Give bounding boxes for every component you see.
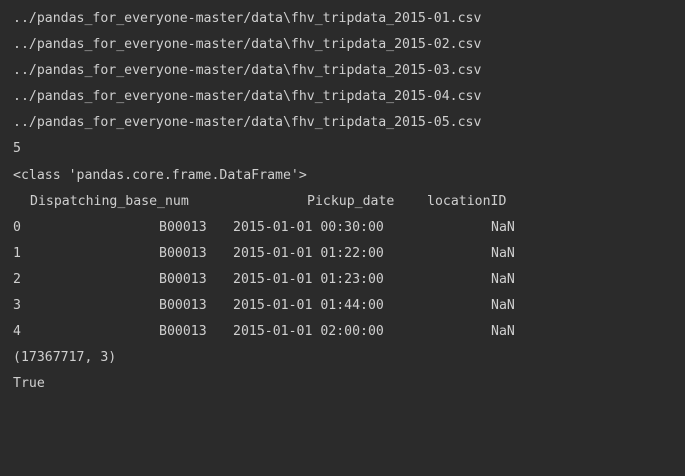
- cell-pickup-date: 2015-01-01 01:44:00: [233, 298, 384, 314]
- file-path-line: ../pandas_for_everyone-master/data\fhv_t…: [13, 11, 482, 26]
- cell-location-id: NaN: [491, 298, 515, 314]
- cell-base-num: B00013: [159, 245, 207, 261]
- column-header-dispatching-base-num: Dispatching_base_num: [30, 193, 189, 209]
- cell-base-num: B00013: [159, 219, 207, 235]
- dataframe-row: 0 B00013 2015-01-01 00:30:00 NaN: [13, 215, 685, 241]
- cell-base-num: B00013: [159, 298, 207, 314]
- row-index: 0: [13, 219, 21, 235]
- file-path-line: ../pandas_for_everyone-master/data\fhv_t…: [13, 37, 482, 53]
- dataframe-header: Dispatching_base_num Pickup_date locatio…: [13, 189, 685, 215]
- column-header-pickup-date: Pickup_date: [307, 193, 395, 209]
- dataframe-row: 4 B00013 2015-01-01 02:00:00 NaN: [13, 319, 685, 345]
- column-header-location-id: locationID: [427, 193, 507, 209]
- file-path-line: ../pandas_for_everyone-master/data\fhv_t…: [13, 89, 482, 105]
- cell-pickup-date: 2015-01-01 02:00:00: [233, 324, 384, 340]
- dataframe-row: 3 B00013 2015-01-01 01:44:00 NaN: [13, 293, 685, 319]
- file-count-line: 5: [13, 141, 21, 157]
- row-index: 2: [13, 271, 21, 287]
- dataframe-row: 1 B00013 2015-01-01 01:22:00 NaN: [13, 241, 685, 267]
- cell-pickup-date: 2015-01-01 00:30:00: [233, 219, 384, 235]
- dataframe-row: 2 B00013 2015-01-01 01:23:00 NaN: [13, 267, 685, 293]
- cell-pickup-date: 2015-01-01 01:23:00: [233, 271, 384, 287]
- cell-pickup-date: 2015-01-01 01:22:00: [233, 245, 384, 261]
- cell-location-id: NaN: [491, 219, 515, 235]
- cell-location-id: NaN: [491, 271, 515, 287]
- result-line: True: [13, 376, 45, 392]
- file-path-line: ../pandas_for_everyone-master/data\fhv_t…: [13, 63, 482, 79]
- type-line: <class 'pandas.core.frame.DataFrame'>: [13, 167, 307, 183]
- cell-location-id: NaN: [491, 324, 515, 340]
- cell-output: ../pandas_for_everyone-master/data\fhv_t…: [0, 0, 685, 405]
- file-path-line: ../pandas_for_everyone-master/data\fhv_t…: [13, 115, 482, 131]
- row-index: 4: [13, 324, 21, 340]
- row-index: 3: [13, 298, 21, 314]
- row-index: 1: [13, 245, 21, 261]
- cell-base-num: B00013: [159, 271, 207, 287]
- cell-location-id: NaN: [491, 245, 515, 261]
- shape-line: (17367717, 3): [13, 350, 117, 366]
- cell-base-num: B00013: [159, 324, 207, 340]
